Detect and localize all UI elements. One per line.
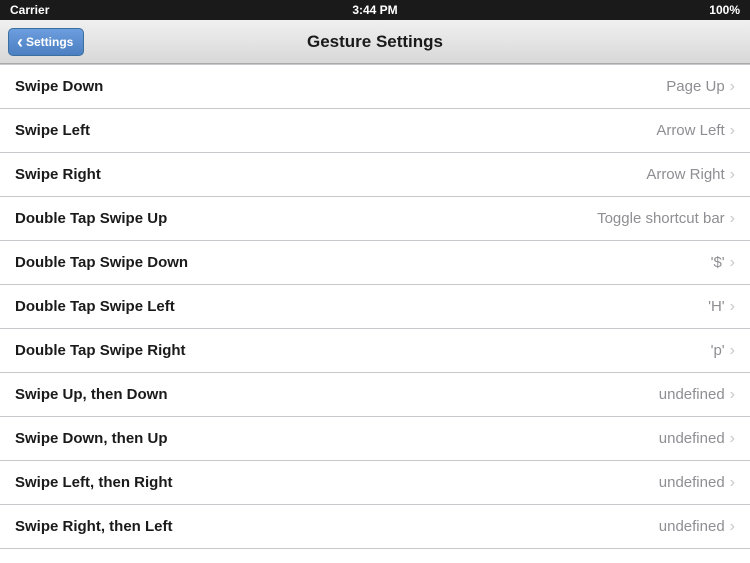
- row-value: Toggle shortcut bar: [597, 210, 725, 227]
- table-row[interactable]: Swipe Up, then Down undefined ›: [0, 373, 750, 417]
- row-value-wrap: undefined ›: [659, 474, 735, 492]
- row-label: Swipe Left, then Right: [15, 474, 173, 491]
- row-label: Double Tap Swipe Left: [15, 298, 175, 315]
- table-section-0: Swipe DownPage Up›Swipe LeftArrow Left›S…: [0, 64, 750, 563]
- time-label: 3:44 PM: [352, 3, 397, 17]
- table-row[interactable]: Double Tap Swipe Left 'H' ›: [0, 285, 750, 329]
- row-value: undefined: [659, 386, 725, 403]
- chevron-icon: ›: [730, 430, 735, 448]
- chevron-icon: ›: [730, 210, 735, 228]
- row-value-wrap: undefined ›: [659, 386, 735, 404]
- row-label: Double Tap Swipe Right: [15, 342, 186, 359]
- row-label: Swipe Left: [15, 122, 90, 139]
- table-row[interactable]: Double Tap Swipe Right 'p' ›: [0, 329, 750, 373]
- chevron-icon: ›: [730, 122, 735, 140]
- table-row[interactable]: Swipe Left Arrow Left ›: [0, 109, 750, 153]
- row-value-wrap: 'H' ›: [708, 298, 735, 316]
- back-button[interactable]: Settings: [8, 28, 84, 56]
- table-row[interactable]: Double Tap Swipe Down '$' ›: [0, 241, 750, 285]
- row-value-wrap: Arrow Left ›: [656, 122, 735, 140]
- row-value-wrap: undefined ›: [659, 430, 735, 448]
- row-value: undefined: [659, 518, 725, 535]
- row-label: Swipe Up, then Down: [15, 386, 168, 403]
- table-row[interactable]: Swipe Right, then Up'=' + Scroll to curs…: [0, 549, 750, 563]
- row-label: Swipe Right: [15, 166, 101, 183]
- status-bar: Carrier 3:44 PM 100%: [0, 0, 750, 20]
- row-value: '$': [711, 254, 725, 271]
- row-value-wrap: Toggle shortcut bar ›: [597, 210, 735, 228]
- row-value: Page Up: [666, 78, 724, 95]
- nav-bar: Settings Gesture Settings: [0, 20, 750, 64]
- row-value-wrap: 'p' ›: [711, 342, 735, 360]
- chevron-icon: ›: [730, 78, 735, 96]
- back-button-label: Settings: [26, 35, 73, 49]
- chevron-icon: ›: [730, 342, 735, 360]
- chevron-icon: ›: [730, 254, 735, 272]
- chevron-icon: ›: [730, 166, 735, 184]
- table-row[interactable]: Swipe Down Page Up ›: [0, 65, 750, 109]
- content-area: Swipe DownPage Up›Swipe LeftArrow Left›S…: [0, 64, 750, 563]
- row-value-wrap: '$' ›: [711, 254, 735, 272]
- nav-title: Gesture Settings: [307, 32, 443, 52]
- row-value-wrap: undefined ›: [659, 518, 735, 536]
- table-row[interactable]: Double Tap Swipe Up Toggle shortcut bar ›: [0, 197, 750, 241]
- chevron-icon: ›: [730, 518, 735, 536]
- row-value: undefined: [659, 430, 725, 447]
- row-label: Double Tap Swipe Down: [15, 254, 188, 271]
- table-row[interactable]: Swipe Right, then Left undefined ›: [0, 505, 750, 549]
- table-row[interactable]: Swipe Left, then Right undefined ›: [0, 461, 750, 505]
- row-value-wrap: Arrow Right ›: [646, 166, 735, 184]
- row-label: Swipe Right, then Left: [15, 518, 173, 535]
- row-value: 'p': [711, 342, 725, 359]
- table-row[interactable]: Swipe Down, then Up undefined ›: [0, 417, 750, 461]
- row-value: 'H': [708, 298, 725, 315]
- row-value-wrap: Page Up ›: [666, 78, 735, 96]
- table-row[interactable]: Swipe Right Arrow Right ›: [0, 153, 750, 197]
- chevron-icon: ›: [730, 298, 735, 316]
- battery-label: 100%: [709, 3, 740, 17]
- row-label: Swipe Down: [15, 78, 103, 95]
- row-value: Arrow Right: [646, 166, 724, 183]
- chevron-icon: ›: [730, 474, 735, 492]
- row-label: Double Tap Swipe Up: [15, 210, 167, 227]
- row-label: Swipe Down, then Up: [15, 430, 168, 447]
- row-value: Arrow Left: [656, 122, 724, 139]
- chevron-icon: ›: [730, 386, 735, 404]
- carrier-label: Carrier: [10, 3, 49, 17]
- row-value: undefined: [659, 474, 725, 491]
